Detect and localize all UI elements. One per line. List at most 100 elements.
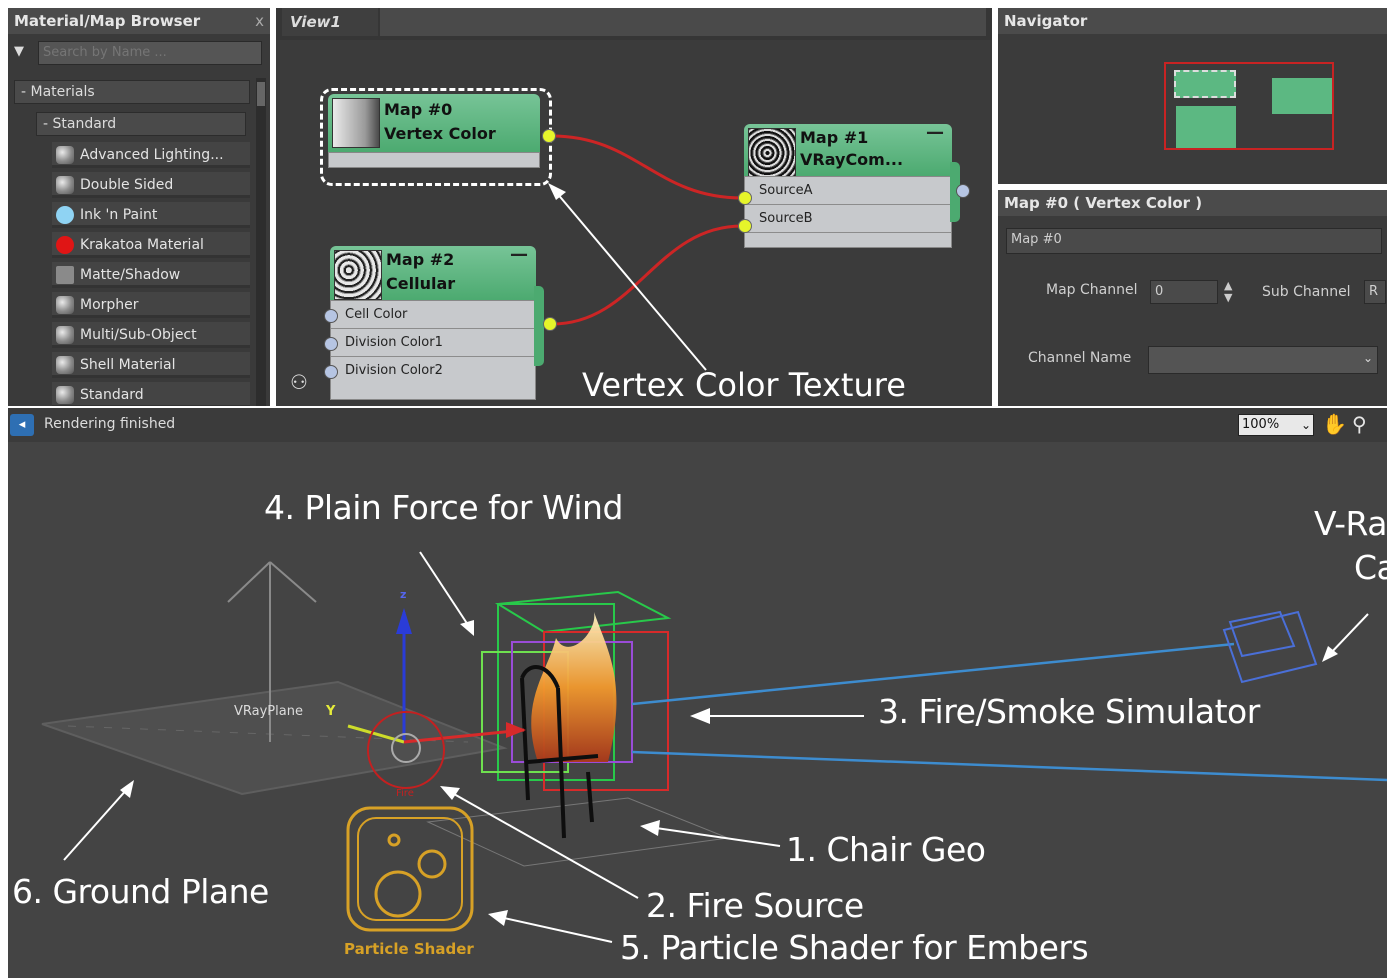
node-canvas[interactable]: Map #0 Vertex Color Map #1 VRayCom... — …	[276, 40, 992, 406]
navigator-panel: Navigator	[998, 8, 1387, 184]
search-input[interactable]	[38, 41, 262, 65]
arrow-chair	[655, 827, 781, 847]
node-map1-title: Map #1	[800, 128, 869, 147]
callout-camera-line1: V-Ra	[1314, 504, 1387, 543]
node-map1-type: VRayCom...	[800, 150, 904, 169]
navigator-viewport-frame[interactable]	[1164, 62, 1334, 150]
material-item[interactable]: Standard	[52, 382, 250, 406]
node-map0-title: Map #0	[384, 100, 453, 119]
node-map1[interactable]: Map #1 VRayCom... — SourceA SourceB	[738, 122, 970, 256]
sub-channel-input[interactable]: R	[1364, 280, 1386, 304]
status-bar: ◂ Rendering finished 100% ⌄ ✋ ⚲	[8, 408, 1387, 442]
ink-paint-icon	[56, 206, 74, 224]
search-row: ▼	[8, 38, 270, 70]
material-item-label: Advanced Lighting...	[80, 147, 224, 163]
input-sourceB[interactable]	[738, 219, 752, 233]
gizmo-z-arrowhead	[396, 608, 412, 634]
input-division-color2[interactable]	[324, 365, 338, 379]
node-map2-type: Cellular	[386, 274, 456, 293]
node-map0[interactable]: Map #0 Vertex Color	[320, 88, 556, 186]
arrow-ground	[63, 787, 129, 861]
vray-plane-label: VRayPlane	[234, 704, 303, 719]
callout-embers: 5. Particle Shader for Embers	[620, 928, 1089, 967]
slot-sourceA[interactable]: SourceA	[745, 177, 951, 205]
map-channel-input[interactable]: 0	[1150, 280, 1218, 304]
sphere-icon	[56, 146, 74, 164]
particle-shader-icon-inner	[357, 817, 463, 921]
node-map2-body: Cell Color Division Color1 Division Colo…	[330, 300, 536, 400]
close-icon[interactable]: x	[255, 8, 264, 34]
axis-y-label: Y	[326, 704, 336, 719]
category-materials[interactable]: - Materials	[14, 80, 250, 104]
callout-chair: 1. Chair Geo	[786, 830, 986, 869]
arrow-camera	[1327, 613, 1369, 657]
material-item[interactable]: Double Sided	[52, 172, 250, 198]
annotation-arrow	[555, 191, 707, 371]
node-map1-header[interactable]: Map #1 VRayCom... —	[744, 122, 952, 178]
particle-bubble-medium	[417, 849, 447, 879]
material-item[interactable]: Krakatoa Material	[52, 232, 250, 258]
particle-shader-label: Particle Shader	[344, 940, 474, 958]
noise-thumbnail	[748, 128, 796, 178]
input-cell-color[interactable]	[324, 309, 338, 323]
slot-sourceB[interactable]: SourceB	[745, 205, 951, 233]
matte-icon	[56, 266, 74, 284]
material-item-label: Matte/Shadow	[80, 267, 181, 283]
node-map2-header[interactable]: Map #2 Cellular —	[330, 244, 536, 300]
node-map1-body: SourceA SourceB	[744, 176, 952, 248]
arrow-fire-source	[453, 793, 639, 899]
material-item[interactable]: Ink 'n Paint	[52, 202, 250, 228]
tab-strip	[380, 8, 986, 36]
arrowhead-embers	[488, 910, 508, 926]
arrowhead-simulator	[690, 708, 710, 724]
node-map2-title: Map #2	[386, 250, 455, 269]
zoom-dropdown[interactable]: 100% ⌄	[1238, 414, 1314, 436]
material-item[interactable]: Matte/Shadow	[52, 262, 250, 288]
tab-view1[interactable]: View1	[282, 8, 378, 36]
channel-name-dropdown[interactable]: ⌄	[1148, 346, 1378, 374]
slot-division-color2[interactable]: Division Color2	[331, 357, 535, 385]
node-map1-output[interactable]	[956, 184, 970, 198]
sphere-icon	[56, 176, 74, 194]
node-map0-header[interactable]: Map #0 Vertex Color	[328, 94, 540, 152]
binoculars-icon[interactable]: ⚇	[290, 370, 308, 394]
input-sourceA[interactable]	[738, 191, 752, 205]
browser-title-text: Material/Map Browser	[14, 12, 201, 30]
category-standard[interactable]: - Standard	[36, 112, 246, 136]
arrowhead-fire-source	[440, 786, 460, 800]
minimize-icon[interactable]: —	[926, 122, 944, 143]
zoom-region-icon[interactable]: ⚲	[1352, 412, 1367, 436]
map-name-field[interactable]: Map #0	[1006, 228, 1382, 254]
material-item[interactable]: Multi/Sub-Object	[52, 322, 250, 348]
material-item[interactable]: Advanced Lighting...	[52, 142, 250, 168]
krakatoa-icon	[56, 236, 74, 254]
node-map0-body	[328, 152, 540, 168]
material-map-browser: Material/Map Browser x ▼ - Materials - S…	[8, 8, 270, 406]
wire-map2-sourceB	[551, 224, 743, 326]
pan-hand-icon[interactable]: ✋	[1322, 412, 1347, 436]
browser-scrollbar[interactable]	[256, 78, 266, 406]
simulator-box-top	[494, 590, 672, 634]
arrow-embers	[503, 917, 613, 943]
navigator-node-map2	[1176, 106, 1236, 148]
material-item[interactable]: Morpher	[52, 292, 250, 318]
input-division-color1[interactable]	[324, 337, 338, 351]
slot-division-color1[interactable]: Division Color1	[331, 329, 535, 357]
scrollbar-thumb[interactable]	[257, 82, 265, 106]
scene-viewport[interactable]: VRayPlane Y z Fire Particle Shader 4. Pl…	[8, 442, 1387, 978]
node-map0-output[interactable]	[542, 129, 556, 143]
sub-channel-label: Sub Channel	[1262, 284, 1351, 300]
node-map2-output[interactable]	[543, 317, 557, 331]
slot-cell-color[interactable]: Cell Color	[331, 301, 535, 329]
material-item[interactable]: Shell Material	[52, 352, 250, 378]
minimize-icon[interactable]: —	[510, 244, 528, 265]
material-item-label: Morpher	[80, 297, 139, 313]
material-item-label: Double Sided	[80, 177, 174, 193]
node-map2[interactable]: Map #2 Cellular — Cell Color Division Co…	[324, 244, 557, 406]
navigator-node-map0	[1174, 70, 1236, 98]
map-channel-spinner[interactable]: ▲ ▼	[1224, 280, 1232, 304]
material-item-label: Multi/Sub-Object	[80, 327, 197, 343]
parameter-panel: Map #0 ( Vertex Color ) Map #0 Map Chann…	[998, 190, 1387, 406]
dropdown-triangle-icon[interactable]: ▼	[14, 44, 24, 59]
axis-z-label: z	[400, 588, 407, 601]
